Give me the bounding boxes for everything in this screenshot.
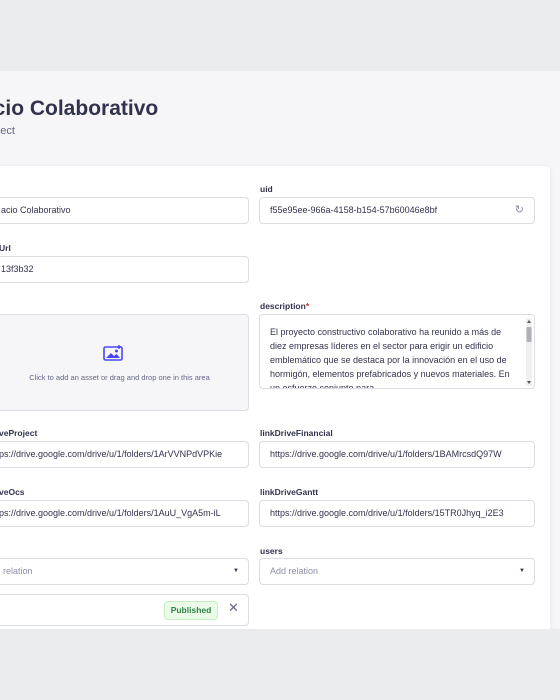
link-drive-gantt-field[interactable]: https://drive.google.com/drive/u/1/folde… (259, 500, 535, 527)
link-drive-ocs-label: veOcs (0, 487, 25, 497)
description-scrollbar[interactable] (526, 318, 532, 386)
page-subtitle: roject (0, 125, 15, 137)
description-label: description* (260, 301, 309, 311)
chevron-down-icon: ▼ (233, 568, 239, 574)
link-drive-project-value: https://drive.google.com/drive/u/1/folde… (0, 449, 223, 459)
relation-select[interactable]: relation ▼ (0, 558, 249, 585)
link-drive-ocs-field[interactable]: https://drive.google.com/drive/u/1/folde… (0, 500, 249, 527)
uid-field-value: f55e95ee-966a-4158-b154-57b60046e8bf (270, 205, 438, 215)
users-relation-select[interactable]: Add relation ▼ (259, 558, 535, 585)
screen: { "header": { "title": "acio Colaborativ… (0, 0, 560, 700)
content-manager-page: acio Colaborativo roject acio Colaborati… (0, 71, 560, 629)
uid-label: uid (260, 184, 273, 194)
chevron-down-icon: ▼ (519, 568, 525, 574)
status-badge: Published (164, 601, 218, 620)
refresh-icon[interactable]: ↻ (515, 198, 524, 223)
link-drive-gantt-label: linkDriveGantt (260, 487, 319, 497)
name-field[interactable]: acio Colaborativo (0, 197, 249, 224)
link-drive-financial-field[interactable]: https://drive.google.com/drive/u/1/folde… (259, 441, 535, 468)
close-icon[interactable]: ✕ (228, 600, 239, 616)
link-drive-project-field[interactable]: https://drive.google.com/drive/u/1/folde… (0, 441, 249, 468)
media-dropzone-text: Click to add an asset or drag and drop o… (29, 373, 210, 382)
name-field-value: acio Colaborativo (1, 205, 71, 215)
page-title: acio Colaborativo (0, 97, 159, 120)
users-relation-placeholder: Add relation (270, 566, 319, 576)
description-textarea[interactable]: El proyecto constructivo colaborativo ha… (259, 314, 535, 389)
url-field-value: 13f3b32 (1, 264, 34, 274)
link-drive-financial-value: https://drive.google.com/drive/u/1/folde… (270, 449, 502, 459)
link-drive-ocs-value: https://drive.google.com/drive/u/1/folde… (0, 508, 221, 518)
description-label-text: description (260, 301, 306, 311)
link-drive-financial-label: linkDriveFinancial (260, 428, 333, 438)
relation-select-placeholder: relation (3, 566, 33, 576)
url-field[interactable]: 13f3b32 (0, 256, 249, 283)
description-text: El proyecto constructivo colaborativo ha… (270, 327, 510, 389)
media-dropzone[interactable]: Click to add an asset or drag and drop o… (0, 314, 249, 411)
link-drive-project-label: veProject (0, 428, 38, 438)
required-mark: * (305, 301, 310, 311)
link-drive-gantt-value: https://drive.google.com/drive/u/1/folde… (270, 508, 504, 518)
image-icon (103, 345, 123, 361)
url-label: Url (0, 243, 11, 253)
users-label: users (260, 546, 283, 556)
uid-field[interactable]: f55e95ee-966a-4158-b154-57b60046e8bf ↻ (259, 197, 535, 224)
